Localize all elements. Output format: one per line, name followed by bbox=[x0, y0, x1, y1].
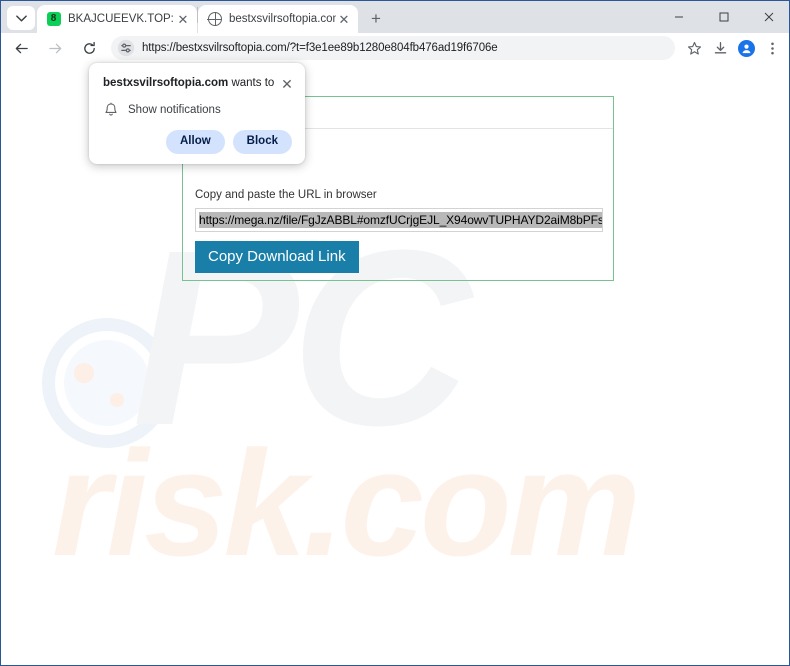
address-bar[interactable]: https://bestxsvilrsoftopia.com/?t=f3e1ee… bbox=[111, 36, 675, 60]
back-arrow-icon bbox=[15, 43, 28, 53]
permission-dialog-title: bestxsvilrsoftopia.com wants to bbox=[103, 76, 279, 90]
three-dot-menu-icon[interactable] bbox=[759, 35, 785, 61]
permission-row: Show notifications bbox=[89, 92, 305, 118]
allow-button[interactable]: Allow bbox=[166, 130, 225, 154]
download-url-field[interactable]: https://mega.nz/file/FgJzABBL#omzfUCrjgE… bbox=[195, 208, 603, 232]
reload-button[interactable] bbox=[75, 34, 103, 62]
permission-dialog-close-button[interactable]: ✕ bbox=[279, 76, 295, 92]
bell-icon bbox=[103, 102, 119, 118]
watermark-dot-1 bbox=[74, 363, 94, 383]
permission-dialog-header: bestxsvilrsoftopia.com wants to ✕ bbox=[89, 63, 305, 92]
forward-button[interactable] bbox=[41, 34, 69, 62]
tab-strip: 8 BKAJCUEEVK.TOP: Crypto Casin ✕ bestxsv… bbox=[1, 1, 789, 33]
browser-window: 8 BKAJCUEEVK.TOP: Crypto Casin ✕ bestxsv… bbox=[0, 0, 790, 666]
watermark-secondary: risk.com bbox=[52, 419, 641, 587]
reload-icon bbox=[83, 41, 95, 54]
tab-search-button[interactable] bbox=[7, 6, 35, 30]
maximize-button[interactable] bbox=[701, 1, 746, 33]
address-bar-url: https://bestxsvilrsoftopia.com/?t=f3e1ee… bbox=[142, 42, 498, 54]
tab-title: bestxsvilrsoftopia.com/?t=f3e1e bbox=[229, 13, 336, 25]
new-tab-button[interactable]: + bbox=[362, 5, 390, 33]
green-square-icon: 8 bbox=[46, 12, 61, 27]
copy-download-link-button[interactable]: Copy Download Link bbox=[195, 241, 359, 273]
minimize-button[interactable] bbox=[656, 1, 701, 33]
permission-wants-to: wants to bbox=[228, 77, 275, 89]
notification-permission-dialog: bestxsvilrsoftopia.com wants to ✕ Show n… bbox=[89, 63, 305, 164]
permission-origin: bestxsvilrsoftopia.com bbox=[103, 77, 229, 89]
permission-label: Show notifications bbox=[128, 104, 221, 116]
permission-dialog-actions: Allow Block bbox=[89, 118, 305, 154]
minimize-icon bbox=[674, 16, 683, 18]
chevron-down-icon bbox=[15, 14, 27, 22]
tab-close-button[interactable]: ✕ bbox=[336, 11, 352, 27]
block-button[interactable]: Block bbox=[232, 130, 292, 154]
close-window-button[interactable] bbox=[746, 1, 789, 33]
maximize-icon bbox=[719, 12, 728, 22]
download-url-text: https://mega.nz/file/FgJzABBL#omzfUCrjgE… bbox=[199, 212, 602, 228]
copy-instruction-label: Copy and paste the URL in browser bbox=[195, 189, 377, 201]
watermark-lens-icon bbox=[42, 318, 172, 448]
profile-avatar-icon[interactable] bbox=[733, 35, 759, 61]
bookmark-star-icon[interactable] bbox=[681, 35, 707, 61]
window-controls bbox=[656, 1, 789, 33]
watermark-lens-inner bbox=[64, 340, 150, 426]
globe-icon bbox=[207, 11, 222, 27]
tab-title: BKAJCUEEVK.TOP: Crypto Casin bbox=[68, 13, 175, 25]
back-button[interactable] bbox=[7, 34, 35, 62]
forward-arrow-icon bbox=[48, 43, 61, 53]
site-settings-icon[interactable] bbox=[117, 39, 135, 57]
browser-tab-2[interactable]: bestxsvilrsoftopia.com/?t=f3e1e ✕ bbox=[198, 5, 358, 33]
tab-close-button[interactable]: ✕ bbox=[175, 11, 191, 27]
browser-tab-1[interactable]: 8 BKAJCUEEVK.TOP: Crypto Casin ✕ bbox=[37, 5, 197, 33]
watermark-dot-2 bbox=[110, 393, 124, 407]
close-icon bbox=[764, 12, 773, 22]
browser-toolbar: https://bestxsvilrsoftopia.com/?t=f3e1ee… bbox=[1, 33, 789, 63]
downloads-icon[interactable] bbox=[707, 35, 733, 61]
